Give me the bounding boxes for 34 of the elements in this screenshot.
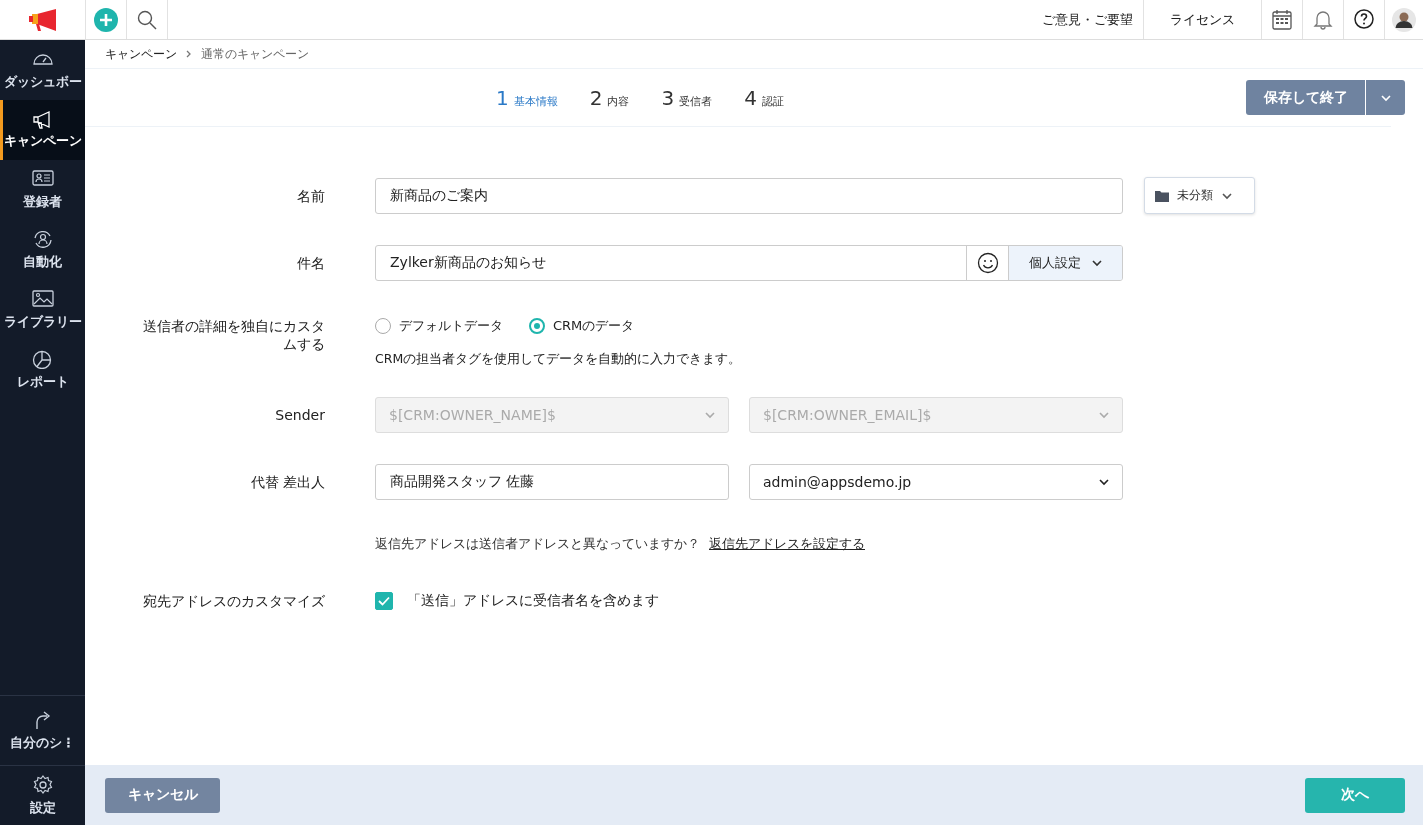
- sidebar-item[interactable]: 登録者: [0, 160, 85, 220]
- breadcrumb-current: 通常のキャンペーン: [201, 45, 309, 63]
- name-field[interactable]: 新商品のご案内: [375, 177, 1123, 214]
- checkbox-option[interactable]: 「送信」アドレスに受信者名を含めます: [375, 592, 659, 610]
- note-text: 返信先アドレスは送信者アドレスと異なっていますか？: [375, 535, 700, 553]
- sidebar-item[interactable]: キャンペーン: [0, 100, 85, 160]
- breadcrumb-link[interactable]: キャンペーン: [105, 45, 177, 63]
- save-button[interactable]: 保存して終了: [1246, 80, 1365, 115]
- sidebar-item[interactable]: ライブラリー: [0, 280, 85, 340]
- personalize-dropdown[interactable]: 個人設定: [1008, 246, 1122, 280]
- step-tab[interactable]: 3 受信者: [661, 85, 713, 110]
- radio-option[interactable]: デフォルトデータ: [375, 317, 503, 335]
- sidebar-item[interactable]: ダッシュボー: [0, 40, 85, 100]
- field-label: 件名: [297, 255, 325, 271]
- field-label: 名前: [297, 187, 325, 204]
- step-tab[interactable]: 4 認証: [744, 85, 784, 110]
- hint-text: CRMの担当者タグを使用してデータを自動的に入力できます。: [375, 351, 742, 368]
- header-link[interactable]: ご意見・ご要望: [1042, 10, 1133, 29]
- cancel-button[interactable]: キャンセル: [105, 777, 220, 813]
- email-select[interactable]: admin@appsdemo.jp: [749, 464, 1123, 500]
- subject-field[interactable]: Zylker新商品のお知らせ 個人設定: [375, 245, 1123, 281]
- header-link[interactable]: ライセンス: [1170, 10, 1235, 29]
- sidebar-item[interactable]: レポート: [0, 340, 85, 400]
- radio-option[interactable]: CRMのデータ: [529, 317, 635, 335]
- step-tab[interactable]: 1 基本情報: [496, 85, 558, 110]
- reply-to-link[interactable]: 返信先アドレスを設定する: [709, 535, 865, 553]
- field-label: 送信者の詳細を独自にカスタムする: [143, 318, 325, 352]
- sender-name-field[interactable]: 商品開発スタッフ 佐藤: [375, 464, 729, 500]
- field-label: 宛先アドレスのカスタマイズ: [143, 593, 325, 609]
- field-label: 代替 差出人: [250, 474, 325, 490]
- field-label: Sender: [275, 407, 325, 423]
- sidebar-item[interactable]: 自動化: [0, 220, 85, 280]
- folder-dropdown[interactable]: 未分類: [1144, 177, 1255, 214]
- step-tab[interactable]: 2 内容: [589, 85, 630, 110]
